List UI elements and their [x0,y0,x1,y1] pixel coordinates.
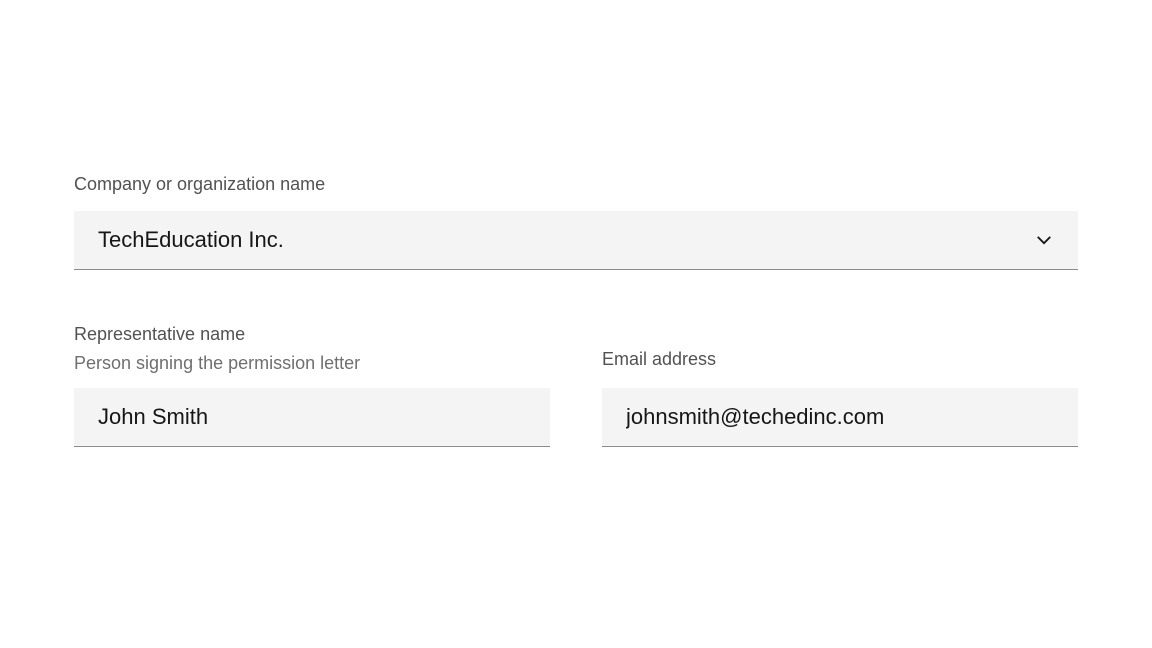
representative-field-group: Representative name Person signing the p… [74,320,550,447]
representative-helper-text: Person signing the permission letter [74,351,550,376]
email-field-group: Email address [602,320,1078,447]
form-container: Company or organization name TechEducati… [0,0,1152,447]
representative-label: Representative name [74,322,550,347]
company-label: Company or organization name [74,172,1078,197]
company-field-group: Company or organization name TechEducati… [74,172,1078,270]
two-column-row: Representative name Person signing the p… [74,320,1078,447]
email-label: Email address [602,347,1078,372]
company-dropdown-value: TechEducation Inc. [98,227,284,253]
company-dropdown[interactable]: TechEducation Inc. [74,211,1078,270]
representative-label-stack: Representative name Person signing the p… [74,320,550,376]
chevron-down-icon [1034,230,1054,250]
representative-input[interactable] [74,388,550,447]
email-input[interactable] [602,388,1078,447]
email-label-stack: Email address [602,320,1078,376]
